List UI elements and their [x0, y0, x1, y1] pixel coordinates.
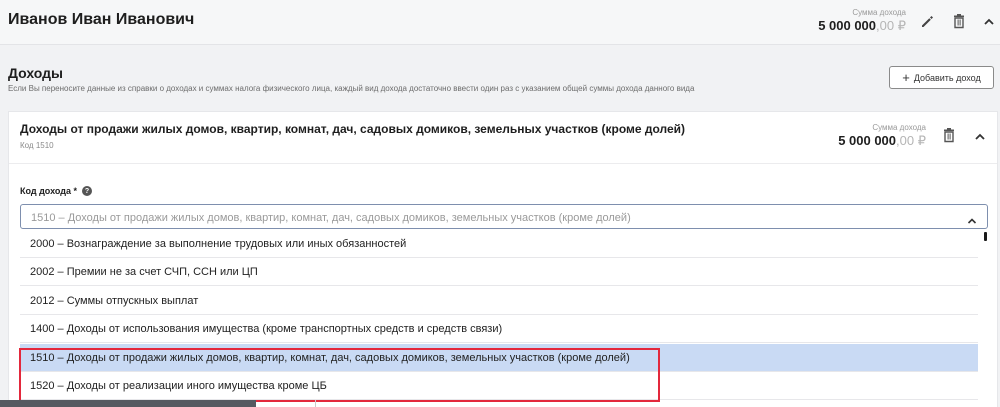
dropdown-option[interactable]: 1520 – Доходы от реализации иного имущес…: [20, 372, 978, 400]
bottom-bar: [0, 400, 256, 407]
chevron-up-icon[interactable]: [967, 212, 977, 230]
income-code-select[interactable]: 1510 – Доходы от продажи жилых домов, кв…: [20, 204, 988, 229]
income-card-header[interactable]: Доходы от продажи жилых домов, квартир, …: [9, 112, 997, 164]
dropdown-option-selected[interactable]: 1510 – Доходы от продажи жилых домов, кв…: [20, 344, 978, 372]
chevron-up-icon[interactable]: [971, 128, 989, 146]
add-income-label: Добавить доход: [913, 72, 981, 83]
taxpayer-header: Иванов Иван Иванович Сумма дохода 5 000 …: [0, 0, 1000, 45]
plus-icon: +: [902, 70, 910, 85]
taxpayer-income-sum: Сумма дохода 5 000 000,00 ₽: [818, 8, 906, 34]
income-code-dropdown: 2000 – Вознаграждение за выполнение труд…: [20, 230, 988, 407]
section-hint: Если Вы переносите данные из справки о д…: [8, 84, 695, 93]
section-title: Доходы: [8, 65, 63, 81]
dropdown-option[interactable]: 2000 – Вознаграждение за выполнение труд…: [20, 230, 978, 258]
sum-label: Сумма дохода: [872, 123, 926, 132]
sum-value: 5 000 000,00 ₽: [818, 18, 906, 34]
dropdown-option[interactable]: 1400 – Доходы от использования имущества…: [20, 315, 978, 343]
divider: [315, 400, 316, 407]
edit-icon[interactable]: [918, 13, 936, 31]
sum-decimals: ,00 ₽: [896, 133, 926, 148]
sum-label: Сумма дохода: [852, 8, 906, 17]
income-card-code: Код 1510: [20, 141, 54, 150]
sum-value: 5 000 000,00 ₽: [838, 133, 926, 149]
trash-icon[interactable]: [950, 12, 968, 30]
chevron-up-icon[interactable]: [980, 13, 998, 31]
income-card-title: Доходы от продажи жилых домов, квартир, …: [20, 122, 686, 136]
sum-main: 5 000 000: [838, 133, 897, 148]
income-code-label-text: Код дохода *: [20, 186, 77, 196]
dropdown-option[interactable]: 2012 – Суммы отпускных выплат: [20, 287, 978, 315]
trash-icon[interactable]: [940, 126, 958, 144]
add-income-button[interactable]: + Добавить доход: [889, 66, 994, 89]
income-code-label: Код дохода * ?: [20, 186, 92, 196]
dropdown-scrollbar[interactable]: [984, 232, 987, 241]
incomes-section: Доходы Если Вы переносите данные из спра…: [0, 46, 1000, 407]
income-card-sum: Сумма дохода 5 000 000,00 ₽: [838, 123, 926, 149]
taxpayer-name: Иванов Иван Иванович: [8, 11, 195, 28]
help-icon[interactable]: ?: [81, 186, 92, 196]
dropdown-option[interactable]: 2002 – Премии не за счет СЧП, ССН или ЦП: [20, 258, 978, 286]
income-card: Доходы от продажи жилых домов, квартир, …: [8, 111, 998, 407]
sum-decimals: ,00 ₽: [876, 18, 906, 33]
sum-main: 5 000 000: [818, 18, 877, 33]
income-code-select-value: 1510 – Доходы от продажи жилых домов, кв…: [31, 212, 631, 224]
